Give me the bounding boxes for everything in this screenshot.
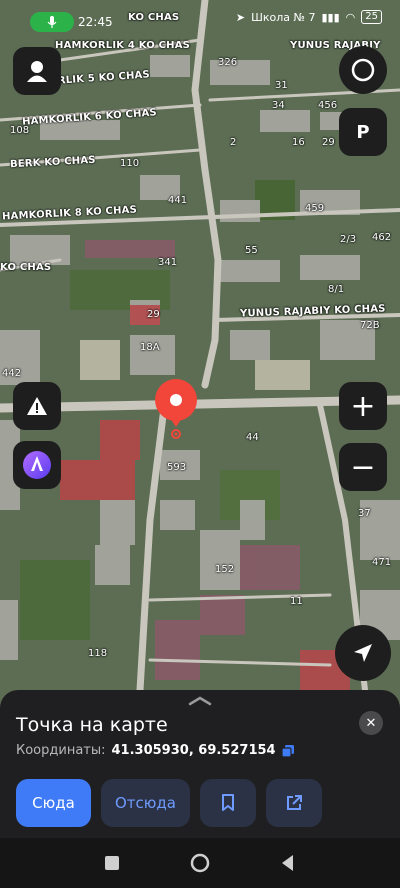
share-button[interactable] bbox=[266, 779, 322, 827]
recents-icon[interactable] bbox=[100, 851, 124, 875]
profile-icon bbox=[27, 61, 47, 82]
status-time: 22:45 bbox=[78, 15, 113, 29]
status-indicators: ➤ Школа № 7 ▮▮▮ ◠ 25 bbox=[236, 10, 382, 24]
map-pin-icon[interactable] bbox=[153, 379, 199, 439]
navigation-arrow-icon bbox=[354, 644, 372, 662]
alice-icon bbox=[23, 451, 51, 479]
street-label: KO CHAS bbox=[0, 262, 52, 273]
route-from-here-button[interactable]: Отсюда bbox=[101, 779, 190, 827]
copy-icon[interactable] bbox=[281, 744, 294, 757]
house-number: 441 bbox=[168, 195, 188, 206]
back-icon[interactable] bbox=[276, 851, 300, 875]
layers-icon bbox=[351, 58, 375, 82]
coordinates-row: Координаты: 41.305930, 69.527154 bbox=[16, 743, 294, 758]
coordinates-label: Координаты: bbox=[16, 743, 106, 758]
network-label: Школа № 7 bbox=[251, 10, 316, 24]
signal-icon: ▮▮▮ bbox=[321, 10, 340, 24]
report-button[interactable] bbox=[13, 382, 61, 430]
house-number: 462 bbox=[372, 232, 392, 243]
home-icon[interactable] bbox=[188, 851, 212, 875]
sheet-handle-icon[interactable] bbox=[188, 696, 212, 706]
house-number: 72B bbox=[360, 320, 380, 331]
house-number: 341 bbox=[158, 257, 178, 268]
house-number: 44 bbox=[246, 432, 259, 443]
house-number: 442 bbox=[2, 368, 22, 379]
house-number: 152 bbox=[215, 564, 235, 575]
parking-button[interactable]: P bbox=[339, 108, 387, 156]
profile-button[interactable] bbox=[13, 47, 61, 95]
house-number: 108 bbox=[10, 125, 30, 136]
street-label: HAMKORLIK 4 KO CHAS bbox=[55, 40, 191, 51]
house-number: 34 bbox=[272, 100, 285, 111]
close-icon: ✕ bbox=[365, 715, 377, 731]
layers-button[interactable] bbox=[339, 46, 387, 94]
house-number: 326 bbox=[218, 57, 238, 68]
house-number: 8/1 bbox=[328, 284, 345, 295]
location-arrow-icon: ➤ bbox=[235, 10, 246, 24]
battery-icon: 25 bbox=[361, 10, 382, 24]
system-navigation-bar bbox=[0, 838, 400, 888]
house-number: 118 bbox=[88, 648, 108, 659]
house-number: 31 bbox=[275, 80, 288, 91]
house-number: 29 bbox=[147, 309, 160, 320]
house-number: 18A bbox=[140, 342, 160, 353]
house-number: 471 bbox=[372, 557, 392, 568]
house-number: 2 bbox=[230, 137, 237, 148]
zoom-in-button[interactable]: + bbox=[339, 382, 387, 430]
house-number: 2/3 bbox=[340, 234, 357, 245]
house-number: 110 bbox=[120, 158, 140, 169]
house-number: 459 bbox=[305, 203, 325, 214]
locate-me-button[interactable] bbox=[335, 625, 391, 681]
warning-icon bbox=[27, 397, 47, 415]
bookmark-button[interactable] bbox=[200, 779, 256, 827]
mic-indicator-icon bbox=[30, 12, 74, 32]
house-number: 593 bbox=[167, 462, 187, 473]
wifi-icon: ◠ bbox=[345, 10, 356, 24]
sheet-title: Точка на карте bbox=[16, 714, 168, 736]
assistant-button[interactable] bbox=[13, 441, 61, 489]
house-number: 11 bbox=[290, 596, 303, 607]
route-to-here-button[interactable]: Сюда bbox=[16, 779, 91, 827]
coordinates-value: 41.305930, 69.527154 bbox=[111, 743, 276, 758]
bookmark-icon bbox=[222, 794, 234, 811]
house-number: 37 bbox=[358, 508, 371, 519]
close-button[interactable]: ✕ bbox=[359, 711, 383, 735]
house-number: 456 bbox=[318, 100, 338, 111]
house-number: 16 bbox=[292, 137, 305, 148]
share-icon bbox=[287, 795, 302, 810]
status-bar: 22:45 ➤ Школа № 7 ▮▮▮ ◠ 25 bbox=[0, 0, 400, 34]
zoom-out-button[interactable]: − bbox=[339, 443, 387, 491]
house-number: 55 bbox=[245, 245, 258, 256]
house-number: 29 bbox=[322, 137, 335, 148]
